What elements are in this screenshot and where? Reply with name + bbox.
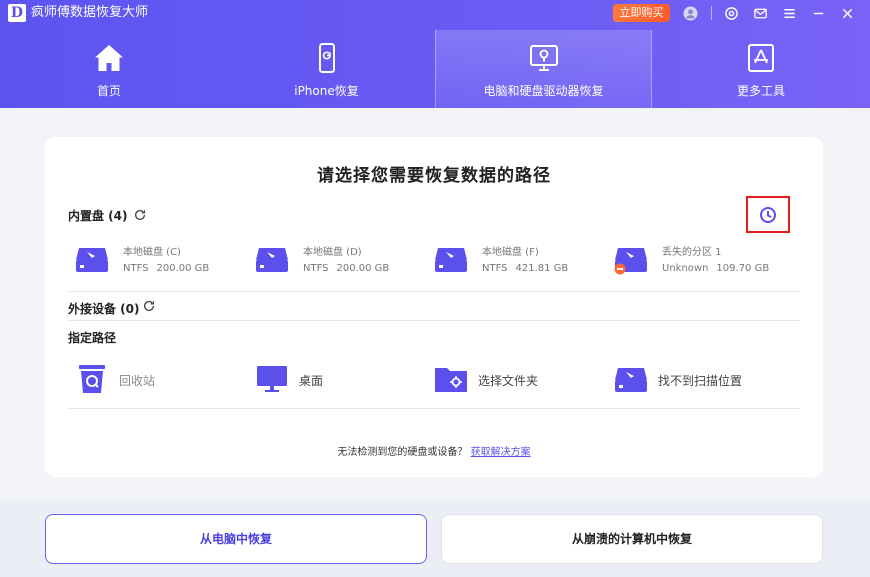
app-logo: D <box>8 4 26 22</box>
divider <box>68 291 800 292</box>
specified-path-label: 指定路径 <box>68 331 117 345</box>
buy-now-button[interactable]: 立即购买 <box>613 4 670 22</box>
internal-disks-label: 内置盘 (4) <box>68 209 128 223</box>
tab-home-label: 首页 <box>96 84 121 98</box>
tab-more-tools-label: 更多工具 <box>736 84 785 98</box>
main-nav: 首页 iPhone恢复 电脑和硬盘驱动器恢复 更多工具 <box>0 30 870 108</box>
disk-c[interactable]: 本地磁盘 (C) NTFS 200.00 GB <box>75 241 250 277</box>
hard-drive-icon <box>435 248 467 272</box>
title-bar: D 疯师傅数据恢复大师 立即购买 <box>0 0 870 26</box>
menu-icon[interactable] <box>779 3 799 23</box>
scan-location-icon <box>615 368 647 392</box>
lost-partition-icon <box>614 248 647 275</box>
desktop-icon <box>257 366 287 392</box>
divider <box>68 408 800 409</box>
path-select-folder[interactable]: 选择文件夹 <box>434 361 609 397</box>
lost-partition[interactable]: 丢失的分区 1 Unknown 109.70 GB <box>614 241 789 277</box>
disk-d[interactable]: 本地磁盘 (D) NTFS 200.00 GB <box>255 241 430 277</box>
app-header: D 疯师傅数据恢复大师 立即购买 首页 iPhone恢复 电脑和硬盘驱动器恢复 … <box>0 0 870 108</box>
close-icon[interactable] <box>837 3 857 23</box>
tools-icon <box>748 44 774 72</box>
path-desktop[interactable]: 桌面 <box>255 361 430 397</box>
disk-name: 本地磁盘 (F) <box>482 247 539 258</box>
recover-from-crashed-computer-button[interactable]: 从崩溃的计算机中恢复 <box>441 514 823 564</box>
tab-more-tools[interactable]: 更多工具 <box>652 30 870 108</box>
tab-iphone-recovery[interactable]: iPhone恢复 <box>218 30 435 108</box>
path-selection-card: 请选择您需要恢复数据的路径 内置盘 (4) 本地磁盘 (C) NTFS 200.0… <box>45 137 823 477</box>
detection-hint: 无法检测到您的硬盘或设备？ 获取解决方案 <box>45 443 823 458</box>
disk-info: Unknown 109.70 GB <box>662 263 770 274</box>
hint-text: 无法检测到您的硬盘或设备？ <box>337 447 468 458</box>
path-label: 选择文件夹 <box>478 374 539 388</box>
path-label: 回收站 <box>119 374 156 388</box>
history-button[interactable] <box>746 196 790 233</box>
bottom-action-bar: 从电脑中恢复 从崩溃的计算机中恢复 <box>0 500 870 577</box>
path-scan-location[interactable]: 找不到扫描位置 <box>614 361 789 397</box>
refresh-icon[interactable] <box>133 208 147 222</box>
disk-f[interactable]: 本地磁盘 (F) NTFS 421.81 GB <box>434 241 609 277</box>
tab-iphone-label: iPhone恢复 <box>294 84 359 98</box>
minimize-icon[interactable] <box>808 3 828 23</box>
computer-drive-icon <box>529 45 558 71</box>
titlebar-separator <box>711 6 712 20</box>
disk-name: 本地磁盘 (D) <box>303 247 362 258</box>
recover-from-computer-button[interactable]: 从电脑中恢复 <box>45 514 427 564</box>
hard-drive-icon <box>76 248 108 272</box>
tab-computer-drive-label: 电脑和硬盘驱动器恢复 <box>483 84 604 98</box>
history-icon <box>760 206 776 223</box>
disk-name: 本地磁盘 (C) <box>123 247 181 258</box>
path-label: 找不到扫描位置 <box>658 374 743 388</box>
disk-name: 丢失的分区 1 <box>662 247 722 258</box>
app-title: 疯师傅数据恢复大师 <box>31 5 149 20</box>
tab-home[interactable]: 首页 <box>0 30 218 108</box>
hard-drive-icon <box>256 248 288 272</box>
folder-icon <box>435 368 467 392</box>
external-devices-label: 外接设备 (0) <box>68 302 140 316</box>
path-label: 桌面 <box>299 374 324 388</box>
mail-icon[interactable] <box>750 3 770 23</box>
disk-info: NTFS 421.81 GB <box>482 263 569 274</box>
home-icon <box>95 45 123 71</box>
settings-icon[interactable] <box>721 3 741 23</box>
disk-info: NTFS 200.00 GB <box>303 263 390 274</box>
path-recycle-bin[interactable]: 回收站 <box>75 361 250 397</box>
get-solution-link[interactable]: 获取解决方案 <box>471 447 531 458</box>
page-title: 请选择您需要恢复数据的路径 <box>317 166 551 186</box>
tab-computer-drive-recovery[interactable]: 电脑和硬盘驱动器恢复 <box>435 30 652 108</box>
phone-icon <box>318 43 335 73</box>
divider <box>68 320 800 321</box>
disk-info: NTFS 200.00 GB <box>123 263 210 274</box>
avatar-icon[interactable] <box>680 3 700 23</box>
refresh-icon[interactable] <box>142 299 156 313</box>
recycle-bin-icon <box>79 365 105 393</box>
